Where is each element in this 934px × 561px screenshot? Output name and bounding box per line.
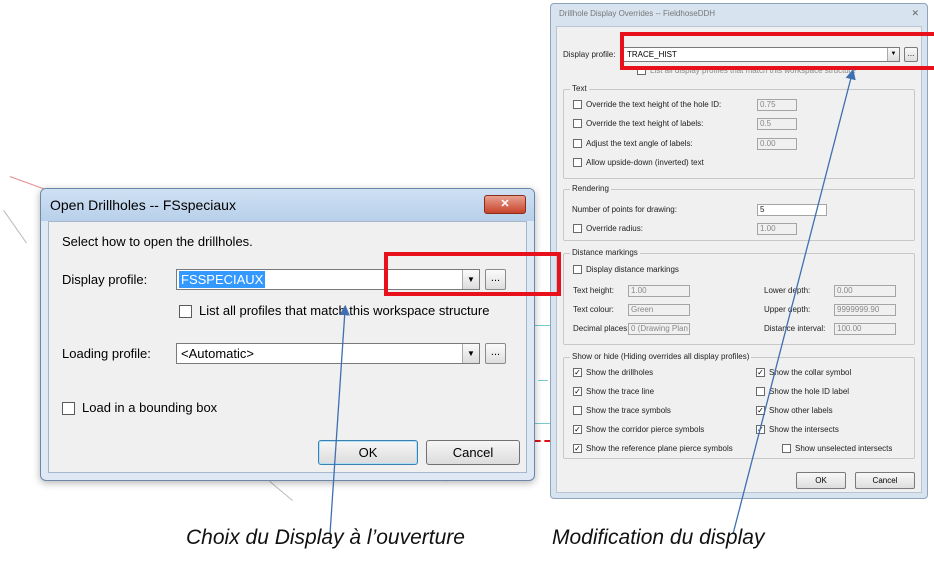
arrow-annotation-icon [329,68,856,535]
caption-left: Choix du Display à l’ouverture [186,526,465,549]
arrow-to-override-profile [732,68,856,535]
caption-right: Modification du display [552,526,765,549]
arrow-to-display-profile [329,304,350,535]
